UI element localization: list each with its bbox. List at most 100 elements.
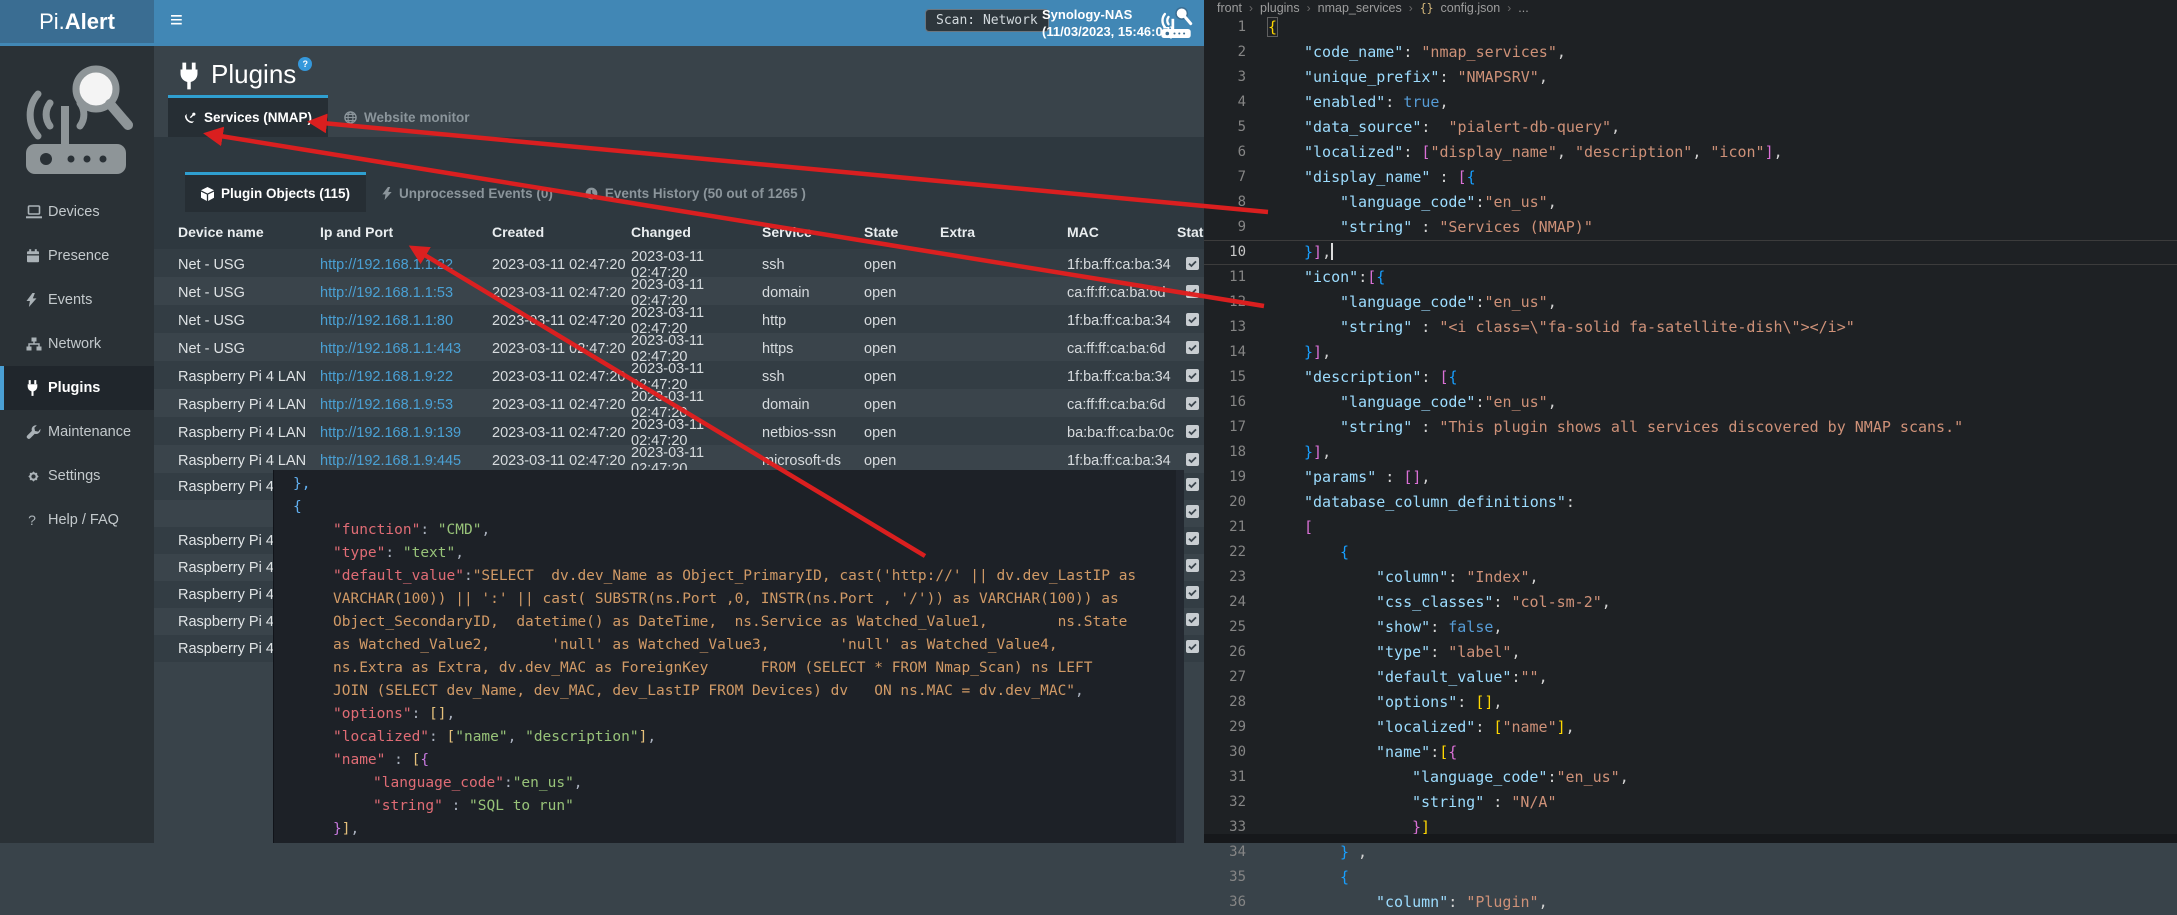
status-checkbox[interactable] xyxy=(1186,586,1199,599)
overlay-code-line[interactable]: }, xyxy=(293,473,1170,496)
sidebar-item-settings[interactable]: Settings xyxy=(0,454,154,498)
breadcrumb-item-config-json[interactable]: {} config.json xyxy=(1420,1,1501,15)
overlay-code-line[interactable]: VARCHAR(100)) || ':' || cast( SUBSTR(ns.… xyxy=(293,588,1170,611)
editor-line[interactable]: 8"language_code":"en_us", xyxy=(1204,190,2177,215)
editor-line[interactable]: 25"show": false, xyxy=(1204,615,2177,640)
app-logo[interactable]: Pi.Alert xyxy=(0,0,154,43)
editor-line[interactable]: 34} , xyxy=(1204,840,2177,865)
editor-line[interactable]: 28"options": [], xyxy=(1204,690,2177,715)
overlay-code-line[interactable]: "type": "text", xyxy=(293,542,1170,565)
ip-port-link[interactable]: http://192.168.1.1:80 xyxy=(320,313,453,329)
subtab-plugin-objects-115[interactable]: Plugin Objects (115) xyxy=(185,172,366,212)
hamburger-menu-icon[interactable]: ≡ xyxy=(170,7,183,33)
status-checkbox[interactable] xyxy=(1186,285,1199,298)
ip-port-link[interactable]: http://192.168.1.1:53 xyxy=(320,285,453,301)
table-row[interactable]: Net - USGhttp://192.168.1.1:222023-03-11… xyxy=(154,249,1204,277)
editor-line[interactable]: 7"display_name" : [{ xyxy=(1204,165,2177,190)
overlay-code-line[interactable]: "language_code":"en_us", xyxy=(293,772,1170,795)
status-checkbox[interactable] xyxy=(1186,453,1199,466)
editor-line[interactable]: 20"database_column_definitions": xyxy=(1204,490,2177,515)
editor-line[interactable]: 16"language_code":"en_us", xyxy=(1204,390,2177,415)
status-checkbox[interactable] xyxy=(1186,313,1199,326)
overlay-code-line[interactable]: Object_SecondaryID, datetime() as DateTi… xyxy=(293,611,1170,634)
breadcrumb-item-plugins[interactable]: plugins xyxy=(1260,1,1300,15)
overlay-code-line[interactable]: "function": "CMD", xyxy=(293,519,1170,542)
table-row[interactable]: Net - USGhttp://192.168.1.1:802023-03-11… xyxy=(154,305,1204,333)
editor-line[interactable]: 29"localized": ["name"], xyxy=(1204,715,2177,740)
editor-line[interactable]: 5"data_source": "pialert-db-query", xyxy=(1204,115,2177,140)
editor-line[interactable]: 15"description": [{ xyxy=(1204,365,2177,390)
status-checkbox[interactable] xyxy=(1186,559,1199,572)
ip-port-link[interactable]: http://192.168.1.9:53 xyxy=(320,397,453,413)
status-checkbox[interactable] xyxy=(1186,532,1199,545)
editor-line[interactable]: 4"enabled": true, xyxy=(1204,90,2177,115)
editor-line[interactable]: 11"icon":[{ xyxy=(1204,265,2177,290)
editor-line[interactable]: 12"language_code":"en_us", xyxy=(1204,290,2177,315)
overlay-scrollbar[interactable] xyxy=(1176,470,1184,843)
breadcrumb-item-[interactable]: ... xyxy=(1518,1,1528,15)
subtab-events-history-50-out-of-1265[interactable]: Events History (50 out of 1265 ) xyxy=(569,172,822,212)
editor-line[interactable]: 14}], xyxy=(1204,340,2177,365)
ip-port-link[interactable]: http://192.168.1.9:22 xyxy=(320,369,453,385)
status-checkbox[interactable] xyxy=(1186,425,1199,438)
ip-port-link[interactable]: http://192.168.1.1:443 xyxy=(320,341,461,357)
breadcrumb-item-front[interactable]: front xyxy=(1217,1,1242,15)
status-checkbox[interactable] xyxy=(1186,478,1199,491)
sidebar-item-events[interactable]: Events xyxy=(0,278,154,322)
sidebar-item-presence[interactable]: Presence xyxy=(0,234,154,278)
editor-line[interactable]: 13"string" : "<i class=\"fa-solid fa-sat… xyxy=(1204,315,2177,340)
editor-line[interactable]: 19"params" : [], xyxy=(1204,465,2177,490)
editor-line[interactable]: 31"language_code":"en_us", xyxy=(1204,765,2177,790)
editor-line[interactable]: 23"column": "Index", xyxy=(1204,565,2177,590)
overlay-code-line[interactable]: "localized": ["name", "description"], xyxy=(293,726,1170,749)
ip-port-link[interactable]: http://192.168.1.9:445 xyxy=(320,453,461,469)
status-checkbox[interactable] xyxy=(1186,613,1199,626)
overlay-code[interactable]: },{"function": "CMD","type": "text","def… xyxy=(274,470,1184,843)
editor-line[interactable]: 2"code_name": "nmap_services", xyxy=(1204,40,2177,65)
editor-line[interactable]: 17"string" : "This plugin shows all serv… xyxy=(1204,415,2177,440)
editor-line[interactable]: 35{ xyxy=(1204,865,2177,890)
editor-line[interactable]: 24"css_classes": "col-sm-2", xyxy=(1204,590,2177,615)
sidebar-item-maintenance[interactable]: Maintenance xyxy=(0,410,154,454)
editor-line[interactable]: 9"string" : "Services (NMAP)" xyxy=(1204,215,2177,240)
table-row[interactable]: Raspberry Pi 4 LANhttp://192.168.1.9:445… xyxy=(154,445,1204,473)
overlay-code-line[interactable]: as Watched_Value2, 'null' as Watched_Val… xyxy=(293,634,1170,657)
help-badge[interactable]: ? xyxy=(298,57,312,71)
breadcrumb-item-nmap-services[interactable]: nmap_services xyxy=(1318,1,1402,15)
editor-line[interactable]: 6"localized": ["display_name", "descript… xyxy=(1204,140,2177,165)
editor-line[interactable]: 3"unique_prefix": "NMAPSRV", xyxy=(1204,65,2177,90)
status-checkbox[interactable] xyxy=(1186,640,1199,653)
table-row[interactable]: Raspberry Pi 4 LANhttp://192.168.1.9:139… xyxy=(154,417,1204,445)
sidebar-item-plugins[interactable]: Plugins xyxy=(0,366,154,410)
editor-line[interactable]: 10}], xyxy=(1204,240,2177,265)
ip-port-link[interactable]: http://192.168.1.9:139 xyxy=(320,425,461,441)
overlay-code-line[interactable]: ns.Extra as Extra, dv.dev_MAC as Foreign… xyxy=(293,657,1170,680)
editor-line[interactable]: 1{ xyxy=(1204,15,2177,40)
editor-line[interactable]: 27"default_value":"", xyxy=(1204,665,2177,690)
sidebar-item-network[interactable]: Network xyxy=(0,322,154,366)
editor-lines[interactable]: 1{2"code_name": "nmap_services",3"unique… xyxy=(1204,15,2177,915)
editor-line[interactable]: 30"name":[{ xyxy=(1204,740,2177,765)
overlay-code-line[interactable]: { xyxy=(293,496,1170,519)
overlay-code-line[interactable]: }], xyxy=(293,818,1170,841)
editor-line[interactable]: 36"column": "Plugin", xyxy=(1204,890,2177,915)
overlay-code-line[interactable]: "string" : "SQL to run" xyxy=(293,795,1170,818)
subtab-unprocessed-events-0[interactable]: Unprocessed Events (0) xyxy=(366,172,569,212)
editor-line[interactable]: 18}], xyxy=(1204,440,2177,465)
status-checkbox[interactable] xyxy=(1186,505,1199,518)
status-checkbox[interactable] xyxy=(1186,369,1199,382)
status-checkbox[interactable] xyxy=(1186,257,1199,270)
sidebar-item-help-faq[interactable]: ?Help / FAQ xyxy=(0,498,154,542)
overlay-code-line[interactable]: "options": [], xyxy=(293,703,1170,726)
table-row[interactable]: Net - USGhttp://192.168.1.1:532023-03-11… xyxy=(154,277,1204,305)
overlay-code-line[interactable]: "default_value":"SELECT dv.dev_Name as O… xyxy=(293,565,1170,588)
status-checkbox[interactable] xyxy=(1186,397,1199,410)
table-row[interactable]: Raspberry Pi 4 LANhttp://192.168.1.9:532… xyxy=(154,389,1204,417)
tab-website-monitor[interactable]: Website monitor xyxy=(328,95,486,137)
editor-line[interactable]: 22{ xyxy=(1204,540,2177,565)
ip-port-link[interactable]: http://192.168.1.1:22 xyxy=(320,257,453,273)
editor-line[interactable]: 32"string" : "N/A" xyxy=(1204,790,2177,815)
editor-line[interactable]: 21[ xyxy=(1204,515,2177,540)
status-checkbox[interactable] xyxy=(1186,341,1199,354)
overlay-code-line[interactable]: JOIN (SELECT dev_Name, dev_MAC, dev_Last… xyxy=(293,680,1170,703)
